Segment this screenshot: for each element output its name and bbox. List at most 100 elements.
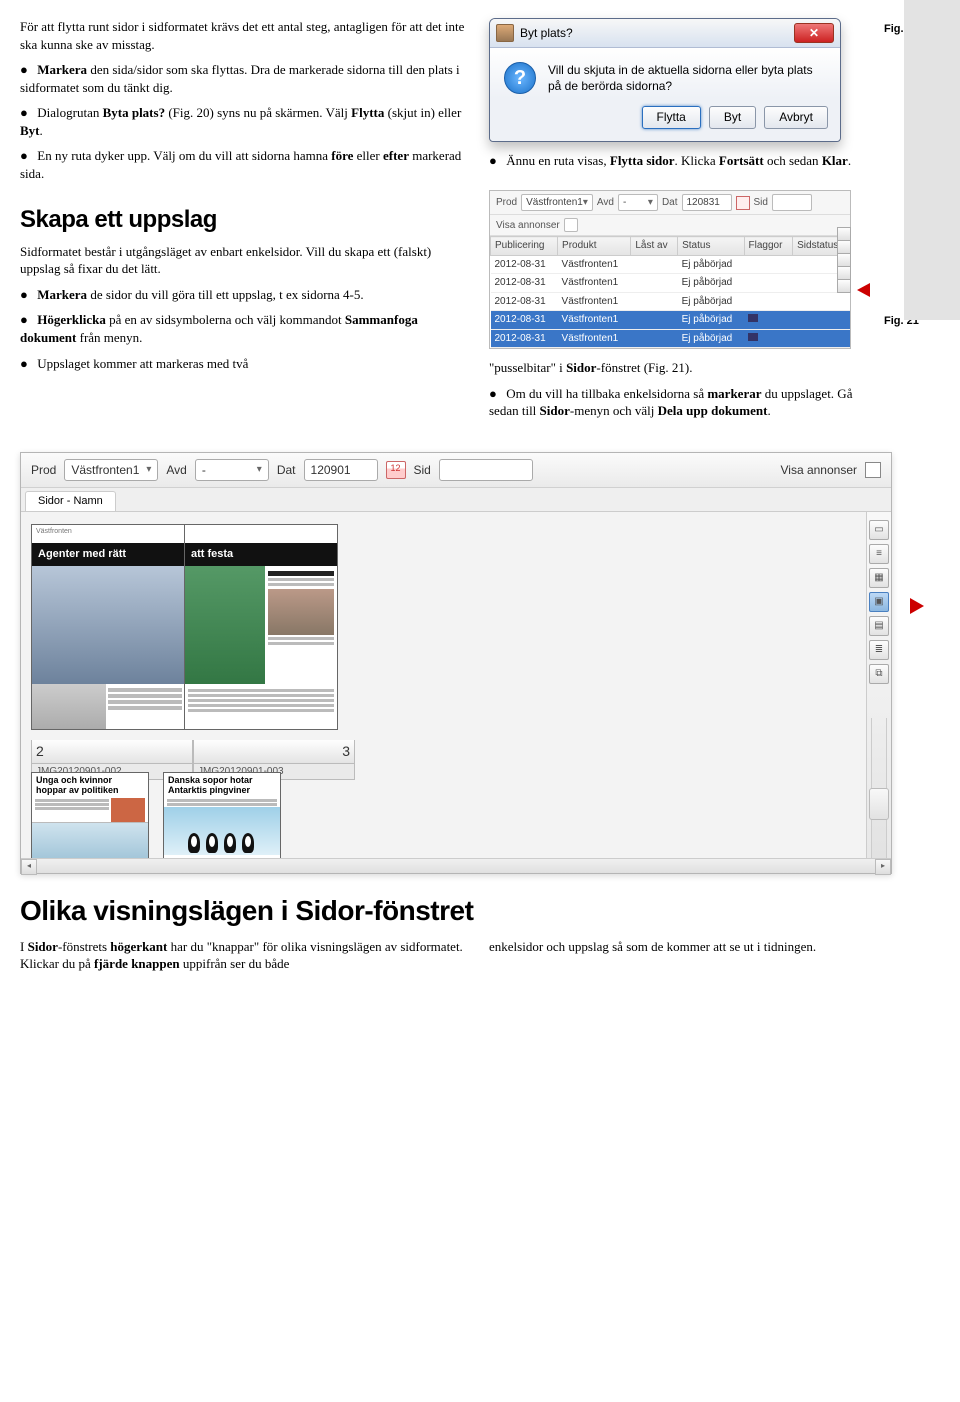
calendar-icon[interactable]: 12: [386, 461, 406, 479]
lw-field-avd[interactable]: -: [618, 194, 658, 211]
lw-field-dat[interactable]: 120831: [682, 194, 732, 211]
hscroll-right-icon[interactable]: ▸: [875, 859, 891, 875]
right2-r2: -menyn och välj: [570, 403, 658, 418]
b2-pre: Dialogrutan: [37, 105, 102, 120]
dialog-button-row: Flytta Byt Avbryt: [490, 98, 840, 140]
bullet-dot: ●: [20, 104, 34, 122]
bullet-1: ● Markera den sida/sidor som ska flyttas…: [20, 61, 471, 96]
right2-end: .: [767, 403, 770, 418]
lw-field-sid[interactable]: [772, 194, 812, 211]
dialog-btn-byt[interactable]: Byt: [709, 106, 756, 128]
b2-rest2: (skjut in) eller: [384, 105, 461, 120]
page-thumb-3[interactable]: att festa: [184, 524, 338, 730]
table-row[interactable]: 2012-08-31Västfronten1Ej påbörjad: [491, 292, 850, 311]
side-btn[interactable]: [837, 279, 851, 293]
view-btn-5[interactable]: ▤: [869, 616, 889, 636]
side-btn[interactable]: [837, 240, 851, 254]
view-btn-1[interactable]: ▭: [869, 520, 889, 540]
list-toolbar: Prod Västfronten1 Avd - Dat 120831 Sid: [490, 191, 850, 215]
hscroll-left-icon[interactable]: ◂: [21, 859, 37, 875]
thumb1-headline: Unga och kvinnor hoppar av politiken: [36, 776, 144, 796]
sidor-list-panel: Prod Västfronten1 Avd - Dat 120831 Sid V…: [489, 190, 851, 349]
side-btn[interactable]: [837, 266, 851, 280]
dialog-btn-avbryt[interactable]: Avbryt: [764, 106, 828, 128]
intro-text: För att flytta runt sidor i sidformatet …: [20, 18, 471, 53]
sw-field-prod[interactable]: Västfronten1: [64, 459, 158, 481]
skapa-b3: ● Uppslaget kommer att markeras med två: [20, 355, 471, 373]
banner-right: att festa: [191, 548, 233, 560]
side-btn[interactable]: [837, 227, 851, 241]
olika-p2: enkelsidor och uppslag så som de kommer …: [489, 938, 940, 956]
olika-col-right: enkelsidor och uppslag så som de kommer …: [489, 938, 940, 981]
dialog-btn-flytta[interactable]: Flytta: [642, 106, 701, 128]
b3-bold2: efter: [383, 148, 409, 163]
view-btn-4[interactable]: ▣: [869, 592, 889, 612]
right2-b1: markerar: [707, 386, 761, 401]
horizontal-scrollbar[interactable]: ◂ ▸: [21, 858, 891, 873]
col-last-av[interactable]: Låst av: [631, 237, 678, 256]
col-right-2: Prod Västfronten1 Avd - Dat 120831 Sid V…: [489, 190, 940, 428]
thumb-article-1[interactable]: Unga och kvinnor hoppar av politiken: [31, 772, 149, 858]
tab-sidor-namn[interactable]: Sidor - Namn: [25, 491, 116, 511]
right2-b3: Dela upp dokument: [658, 403, 768, 418]
callout-arrow-icon: [857, 283, 870, 297]
page-num-2: 2: [31, 740, 193, 764]
right1-bold: Sidor: [566, 360, 596, 375]
olika-p1: I Sidor-fönstrets högerkant har du "knap…: [20, 938, 471, 973]
lw-label-prod: Prod: [496, 196, 517, 210]
sw-check-annons[interactable]: [865, 462, 881, 478]
flag-icon: [748, 333, 758, 341]
sw-field-sid[interactable]: [439, 459, 533, 481]
col-status[interactable]: Status: [678, 237, 744, 256]
view-btn-6[interactable]: ≣: [869, 640, 889, 660]
skapa-p1: Sidformatet består i utgångsläget av enb…: [20, 243, 471, 278]
view-btn-7[interactable]: ⧉: [869, 664, 889, 684]
banner-left: Agenter med rätt: [38, 547, 126, 562]
vertical-scrollbar[interactable]: [871, 718, 887, 858]
b4-bold: Flytta sidor: [610, 153, 675, 168]
table-row[interactable]: 2012-08-31Västfronten1Ej påbörjad: [491, 274, 850, 293]
sb2-rest: på en av sidsymbolerna och välj kommando…: [106, 312, 345, 327]
view-btn-3[interactable]: ▦: [869, 568, 889, 588]
view-btn-2[interactable]: ≡: [869, 544, 889, 564]
page-num-3: 3: [193, 740, 355, 764]
b2-bold2: Flytta: [351, 105, 384, 120]
col-flaggor[interactable]: Flaggor: [744, 237, 793, 256]
question-icon: ?: [504, 62, 536, 94]
sw-label-sid: Sid: [414, 462, 431, 478]
table-row[interactable]: 2012-08-31Västfronten1Ej påbörjad: [491, 255, 850, 274]
b2-bold: Byta plats?: [103, 105, 165, 120]
lw-check-annons[interactable]: [564, 218, 578, 232]
bullet-dot: ●: [20, 147, 34, 165]
sb2-rest2: från menyn.: [76, 330, 142, 345]
side-btn[interactable]: [837, 253, 851, 267]
calendar-icon[interactable]: [736, 196, 750, 210]
thumb-article-2[interactable]: Danska sopor hotar Antarktis pingviner: [163, 772, 281, 858]
dialog-titlebar: Byt plats? ✕: [490, 19, 840, 48]
bullet-dot: ●: [489, 385, 503, 403]
right1-pre: "pusselbitar" i: [489, 360, 566, 375]
col-produkt[interactable]: Produkt: [558, 237, 631, 256]
table-row-selected[interactable]: 2012-08-31Västfronten1Ej påbörjad: [491, 311, 850, 330]
bullet-2: ● Dialogrutan Byta plats? (Fig. 20) syns…: [20, 104, 471, 139]
margin-strip: [904, 0, 960, 320]
skapa-right1: "pusselbitar" i Sidor-fönstret (Fig. 21)…: [489, 359, 874, 377]
page-thumb-2[interactable]: Västfronten Agenter med rätt: [31, 524, 184, 730]
b4-mid: och sedan: [764, 153, 822, 168]
lw-label-dat: Dat: [662, 196, 678, 210]
lw-field-prod[interactable]: Västfronten1: [521, 194, 593, 211]
list-table: Publicering Produkt Låst av Status Flagg…: [490, 236, 850, 348]
list-filterbar: Visa annonser: [490, 215, 850, 236]
col-left-1: För att flytta runt sidor i sidformatet …: [20, 18, 471, 190]
sw-field-avd[interactable]: -: [195, 459, 269, 481]
dialog-close-button[interactable]: ✕: [794, 23, 834, 43]
col-publicering[interactable]: Publicering: [491, 237, 558, 256]
b3-mid: eller: [353, 148, 383, 163]
sidor-canvas[interactable]: Västfronten Agenter med rätt: [21, 512, 866, 858]
bullet-3: ● En ny ruta dyker upp. Välj om du vill …: [20, 147, 471, 182]
sw-field-dat[interactable]: 120901: [304, 459, 378, 481]
spread-main[interactable]: Västfronten Agenter med rätt: [31, 524, 856, 730]
bullet-4: ● Ännu en ruta visas, Flytta sidor. Klic…: [489, 152, 874, 170]
bullet-dot: ●: [20, 61, 34, 79]
table-row-selected[interactable]: 2012-08-31Västfronten1Ej påbörjad: [491, 329, 850, 348]
